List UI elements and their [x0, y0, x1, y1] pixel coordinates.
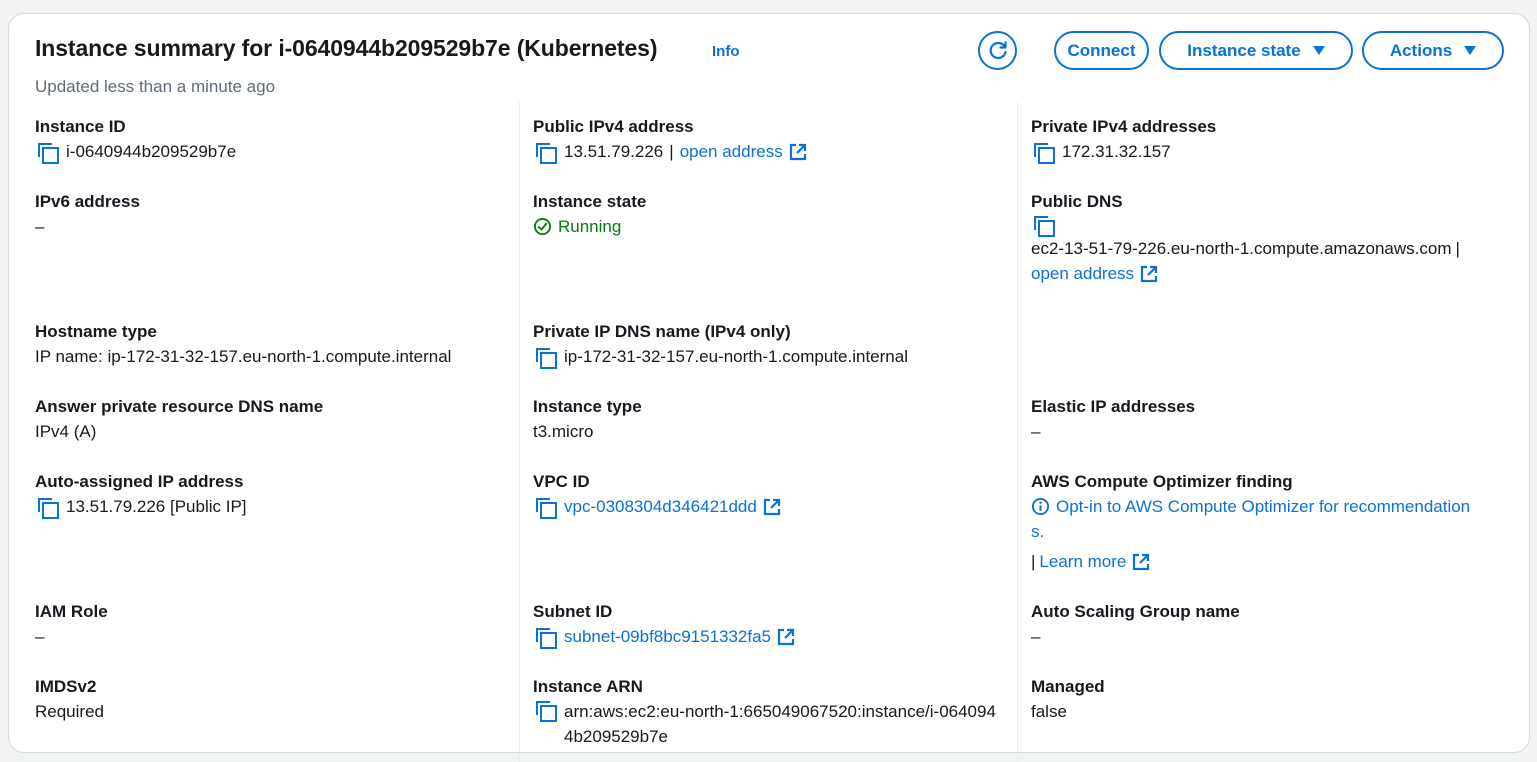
status-success-icon — [533, 217, 552, 236]
external-link-icon[interactable] — [789, 143, 807, 161]
instance-id-value: i-0640944b209529b7e — [66, 142, 237, 161]
field-label: Private IP DNS name (IPv4 only) — [533, 322, 791, 341]
instance-type-value: t3.micro — [533, 422, 594, 441]
copy-icon[interactable] — [533, 496, 557, 519]
field-label: Auto Scaling Group name — [1031, 602, 1240, 621]
hostname-type-field: Hostname type IP name: ip-172-31-32-157.… — [35, 319, 451, 369]
optimizer-opt-in-link[interactable]: Opt-in to AWS Compute Optimizer for reco… — [1056, 494, 1470, 519]
actions-button[interactable]: Actions — [1362, 31, 1504, 70]
private-ipv4-field: Private IPv4 addresses 172.31.32.157 — [1031, 114, 1216, 164]
ipv6-value: – — [35, 217, 45, 236]
field-label: Instance ID — [35, 117, 126, 136]
open-address-link[interactable]: open address — [1031, 261, 1134, 286]
field-label: Public IPv4 address — [533, 117, 694, 136]
copy-icon[interactable] — [533, 626, 557, 649]
separator: | — [669, 142, 674, 161]
instance-state-field: Instance state Running — [533, 189, 646, 239]
private-dns-value: ip-172-31-32-157.eu-north-1.compute.inte… — [564, 347, 908, 366]
connect-label: Connect — [1067, 40, 1136, 60]
field-label: Answer private resource DNS name — [35, 397, 324, 416]
hostname-type-value: IP name: ip-172-31-32-157.eu-north-1.com… — [35, 347, 452, 366]
field-label: Instance ARN — [533, 677, 643, 696]
copy-icon[interactable] — [533, 699, 557, 722]
auto-ip-value: 13.51.79.226 [Public IP] — [66, 497, 247, 516]
separator: | — [1031, 552, 1036, 571]
info-link[interactable]: Info — [712, 43, 740, 60]
column-divider — [1017, 102, 1018, 762]
external-link-icon[interactable] — [763, 498, 781, 516]
field-label: Auto-assigned IP address — [35, 472, 244, 491]
instance-state-button[interactable]: Instance state — [1159, 31, 1353, 70]
vpc-id-field: VPC ID vpc-0308304d346421ddd — [533, 469, 781, 519]
iam-role-field: IAM Role – — [35, 599, 108, 649]
refresh-icon — [989, 40, 1007, 59]
external-link-icon[interactable] — [1132, 553, 1150, 571]
public-dns-field: Public DNS ec2-13-51-79-226.eu-north-1.c… — [1031, 189, 1460, 286]
instance-type-field: Instance type t3.micro — [533, 394, 642, 444]
asg-name-field: Auto Scaling Group name – — [1031, 599, 1240, 649]
field-label: IMDSv2 — [35, 677, 97, 696]
ipv6-field: IPv6 address – — [35, 189, 140, 239]
managed-value: false — [1031, 702, 1067, 721]
private-ipv4-value: 172.31.32.157 — [1062, 142, 1171, 161]
external-link-icon[interactable] — [1140, 265, 1158, 283]
instance-arn-value: arn:aws:ec2:eu-north-1:665049067520:inst… — [564, 702, 996, 746]
page-title: Instance summary for i-0640944b209529b7e… — [35, 35, 658, 61]
auto-ip-field: Auto-assigned IP address 13.51.79.226 [P… — [35, 469, 247, 519]
copy-icon[interactable] — [35, 496, 59, 519]
imdsv2-value: Required — [35, 702, 104, 721]
external-link-icon[interactable] — [777, 628, 795, 646]
field-label: VPC ID — [533, 472, 590, 491]
optimizer-field: AWS Compute Optimizer finding Opt-in to … — [1031, 469, 1470, 574]
copy-icon[interactable] — [1031, 214, 1055, 237]
actions-label: Actions — [1389, 40, 1453, 60]
updated-status: Updated less than a minute ago — [35, 77, 276, 96]
public-dns-value: ec2-13-51-79-226.eu-north-1.compute.amaz… — [1031, 239, 1452, 258]
subnet-id-link[interactable]: subnet-09bf8bc9151332fa5 — [564, 624, 771, 649]
field-label: Managed — [1031, 677, 1105, 696]
answer-dns-value: IPv4 (A) — [35, 422, 97, 441]
elastic-ip-value: – — [1031, 422, 1041, 441]
iam-role-value: – — [35, 627, 45, 646]
public-ipv4-value: 13.51.79.226 — [564, 142, 664, 161]
field-label: IPv6 address — [35, 192, 140, 211]
optimizer-opt-in-link-cont[interactable]: s. — [1031, 519, 1470, 544]
copy-icon[interactable] — [35, 141, 59, 164]
instance-arn-field: Instance ARN arn:aws:ec2:eu-north-1:6650… — [533, 674, 1004, 749]
refresh-button[interactable] — [978, 31, 1017, 70]
instance-summary-panel: Instance summary for i-0640944b209529b7e… — [8, 13, 1530, 762]
copy-icon[interactable] — [533, 346, 557, 369]
field-label: Private IPv4 addresses — [1031, 117, 1217, 136]
column-divider — [519, 102, 520, 762]
caret-down-icon — [1464, 46, 1477, 55]
private-dns-field: Private IP DNS name (IPv4 only) ip-172-3… — [533, 319, 908, 369]
instance-state-label: Instance state — [1187, 40, 1301, 60]
public-ipv4-field: Public IPv4 address 13.51.79.226 | open … — [533, 114, 807, 164]
instance-id-field: Instance ID i-0640944b209529b7e — [35, 114, 236, 164]
field-label: Instance type — [533, 397, 642, 416]
field-label: Elastic IP addresses — [1031, 397, 1196, 416]
copy-icon[interactable] — [533, 141, 557, 164]
subnet-id-field: Subnet ID subnet-09bf8bc9151332fa5 — [533, 599, 795, 649]
imdsv2-field: IMDSv2 Required — [35, 674, 104, 724]
learn-more-link[interactable]: Learn more — [1039, 549, 1126, 574]
field-label: Subnet ID — [533, 602, 613, 621]
connect-button[interactable]: Connect — [1054, 31, 1149, 70]
instance-state-value: Running — [558, 217, 622, 236]
elastic-ip-field: Elastic IP addresses – — [1031, 394, 1195, 444]
field-label: IAM Role — [35, 602, 108, 621]
info-icon — [1031, 497, 1050, 516]
copy-icon[interactable] — [1031, 141, 1055, 164]
caret-down-icon — [1312, 46, 1325, 55]
asg-name-value: – — [1031, 627, 1041, 646]
managed-field: Managed false — [1031, 674, 1105, 724]
field-label: AWS Compute Optimizer finding — [1031, 472, 1293, 491]
field-label: Hostname type — [35, 322, 157, 341]
open-address-link[interactable]: open address — [680, 139, 783, 164]
vpc-id-link[interactable]: vpc-0308304d346421ddd — [564, 494, 757, 519]
field-label: Public DNS — [1031, 192, 1123, 211]
separator: | — [1455, 239, 1460, 258]
field-label: Instance state — [533, 192, 647, 211]
answer-dns-field: Answer private resource DNS name IPv4 (A… — [35, 394, 323, 444]
